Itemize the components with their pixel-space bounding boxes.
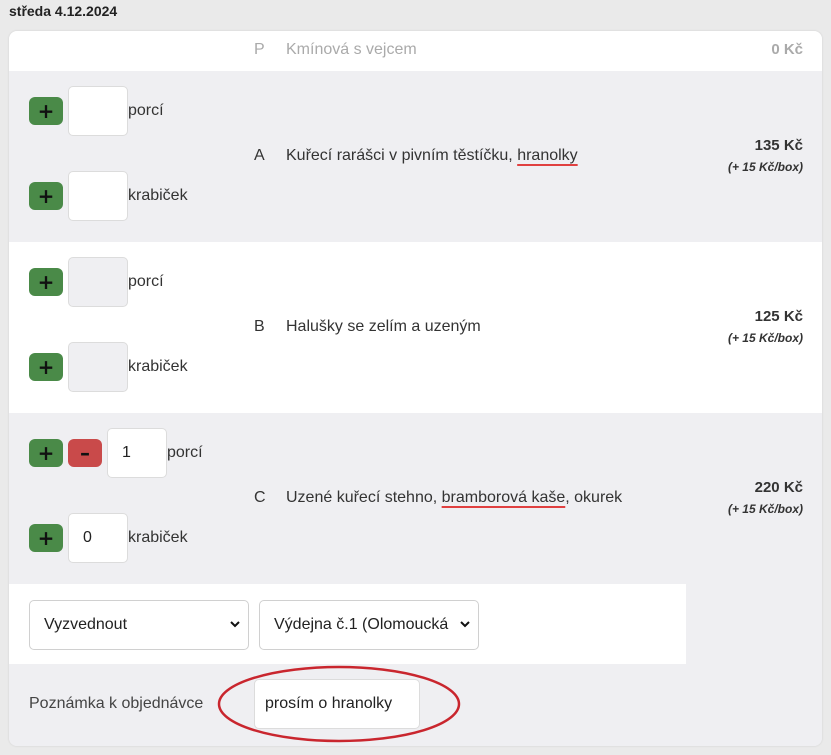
pickup-row: Vyzvednout Výdejna č.1 (Olomoucká <box>9 584 686 664</box>
boxes-input[interactable] <box>68 513 128 563</box>
meal-name-part: Halušky se zelím a uzeným <box>286 318 481 335</box>
box-surcharge: (+ 15 Kč/box) <box>727 160 803 174</box>
add-box-button[interactable]: + <box>29 353 63 381</box>
plus-icon: + <box>37 355 55 379</box>
pickup-method-value: Vyzvednout <box>44 616 128 633</box>
boxes-input[interactable] <box>68 342 128 392</box>
meal-name: Kmínová s vejcem <box>286 41 417 58</box>
meal-price: 0 Kč <box>771 41 803 58</box>
meal-price: 135 Kč <box>754 137 803 154</box>
add-portion-button[interactable]: + <box>29 439 63 467</box>
plus-icon: + <box>37 441 55 465</box>
meal-name-part: Uzené kuřecí stehno, <box>286 489 442 506</box>
chevron-down-icon <box>460 621 470 628</box>
boxes-label: krabiček <box>128 358 188 375</box>
date-heading: středa 4.12.2024 <box>9 3 118 19</box>
meal-price: 220 Kč <box>754 479 803 496</box>
pickup-method-select[interactable]: Vyzvednout <box>29 600 249 650</box>
portions-input[interactable] <box>68 86 128 136</box>
add-portion-button[interactable]: + <box>29 97 63 125</box>
menu-row-c: + – porcí + krabiček C Uzené kuřecí steh… <box>9 413 822 584</box>
plus-icon: + <box>37 526 55 550</box>
annotation-ellipse <box>217 665 461 743</box>
boxes-input[interactable] <box>68 171 128 221</box>
add-box-button[interactable]: + <box>29 524 63 552</box>
add-box-button[interactable]: + <box>29 182 63 210</box>
boxes-label: krabiček <box>128 187 188 204</box>
portions-label: porcí <box>167 444 203 461</box>
meal-name-part: , okurek <box>565 489 623 506</box>
menu-row-soup: P Kmínová s vejcem 0 Kč <box>9 31 822 71</box>
menu-row-b: + porcí + krabiček B Halušky se zelím a … <box>9 242 822 413</box>
add-portion-button[interactable]: + <box>29 268 63 296</box>
boxes-label: krabiček <box>128 529 188 546</box>
menu-letter: P <box>254 41 265 58</box>
plus-icon: + <box>37 184 55 208</box>
portions-input[interactable] <box>107 428 167 478</box>
minus-icon: – <box>80 441 90 465</box>
box-surcharge: (+ 15 Kč/box) <box>727 502 803 516</box>
portions-input[interactable] <box>68 257 128 307</box>
pickup-location-value: Výdejna č.1 (Olomoucká <box>274 616 449 633</box>
plus-icon: + <box>37 270 55 294</box>
meal-name-part: bramborová kaše <box>441 489 566 506</box>
remove-portion-button[interactable]: – <box>68 439 102 467</box>
meal-name: Uzené kuřecí stehno, bramborová kaše, ok… <box>286 489 622 507</box>
chevron-down-icon <box>230 621 240 628</box>
menu-letter: B <box>254 318 265 335</box>
order-note-label: Poznámka k objednávce <box>29 695 204 712</box>
box-surcharge: (+ 15 Kč/box) <box>727 331 803 345</box>
meal-name-part: Kuřecí rarášci v pivním těstíčku, <box>286 147 518 164</box>
menu-letter: C <box>254 489 266 506</box>
order-note-row: Poznámka k objednávce <box>9 664 822 746</box>
order-card: P Kmínová s vejcem 0 Kč + porcí + krabič… <box>9 31 822 746</box>
meal-name-part: hranolky <box>517 147 578 164</box>
menu-letter: A <box>254 147 265 164</box>
meal-name: Halušky se zelím a uzeným <box>286 318 481 336</box>
pickup-location-select[interactable]: Výdejna č.1 (Olomoucká <box>259 600 479 650</box>
plus-icon: + <box>37 99 55 123</box>
meal-name: Kuřecí rarášci v pivním těstíčku, hranol… <box>286 147 578 165</box>
menu-row-a: + porcí + krabiček A Kuřecí rarášci v pi… <box>9 71 822 242</box>
portions-label: porcí <box>128 102 164 119</box>
portions-label: porcí <box>128 273 164 290</box>
meal-price: 125 Kč <box>754 308 803 325</box>
